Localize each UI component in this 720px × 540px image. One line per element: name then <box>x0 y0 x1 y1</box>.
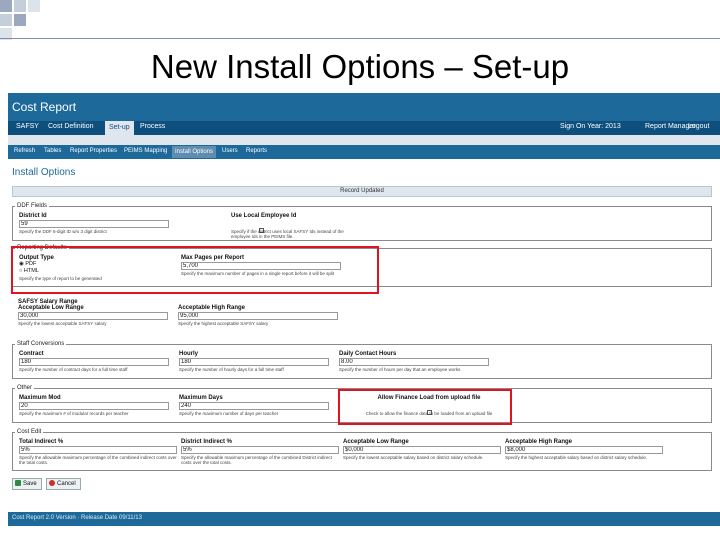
total-indirect-label: Total Indirect % <box>19 439 64 445</box>
maximum-mod-field: Maximum Mod 20 Specify the maximum # of … <box>19 395 169 416</box>
footer-version: Cost Report 2.0 Version · Release Date 0… <box>12 515 142 521</box>
daily-contact-field: Daily Contact Hours 8.00 Specify the num… <box>339 351 489 372</box>
subnav-peims-mapping[interactable]: PEIMS Mapping <box>124 148 167 154</box>
hourly-hint: Specify the number of hourly days for a … <box>179 367 284 372</box>
app-footer: Cost Report 2.0 Version · Release Date 0… <box>8 512 720 526</box>
district-id-field: District Id 59 Specify the DDF 6-digit I… <box>19 213 169 234</box>
subnav-report-properties[interactable]: Report Properties <box>70 148 117 154</box>
cancel-button[interactable]: Cancel <box>46 478 81 490</box>
total-indirect-input[interactable]: 5% <box>19 446 177 454</box>
contract-label: Contract <box>19 351 44 357</box>
district-indirect-hint: Specify the allowable maximum percentage… <box>181 455 332 465</box>
salary-low-input[interactable]: 30,000 <box>18 312 168 320</box>
main-nav: SAFSY Cost Definition Set-up Process Sig… <box>8 121 720 135</box>
contract-hint: Specify the number of contract days for … <box>19 367 128 372</box>
total-indirect-hint: Specify the allowable maximum percentage… <box>19 455 177 465</box>
subnav-tables[interactable]: Tables <box>44 148 61 154</box>
status-message-text: Record Updated <box>340 188 384 194</box>
sign-on-year: Sign On Year: 2013 <box>560 123 621 130</box>
contract-input[interactable]: 180 <box>19 358 169 366</box>
section-cost-legend: Cost Edit <box>17 429 42 435</box>
salary-high-label: Acceptable High Range <box>178 305 246 311</box>
cost-low-range-label: Acceptable Low Range <box>343 439 409 445</box>
app-title: Cost Report <box>12 100 77 114</box>
nav-item-process[interactable]: Process <box>140 123 165 130</box>
subnav-install-options[interactable]: Install Options <box>172 146 217 158</box>
status-message: Record Updated <box>12 186 712 197</box>
cancel-icon <box>49 480 55 486</box>
section-ddf-legend: DDF Fields <box>17 203 48 209</box>
highlight-reporting-defaults <box>11 246 379 294</box>
district-id-label: District Id <box>19 213 47 219</box>
nav-item-cost-definition[interactable]: Cost Definition <box>48 123 94 130</box>
district-indirect-label: District Indirect % <box>181 439 233 445</box>
subnav-reports[interactable]: Reports <box>246 148 267 154</box>
section-staff-legend: Staff Conversions <box>17 341 65 347</box>
maximum-days-field: Maximum Days 240 Specify the maximum num… <box>179 395 329 416</box>
section-salary-range: SAFSY Salary Range Acceptable Low Range … <box>18 299 418 331</box>
salary-high-input[interactable]: 95,000 <box>178 312 338 320</box>
maximum-days-label: Maximum Days <box>179 395 223 401</box>
district-id-input[interactable]: 59 <box>19 220 169 228</box>
salary-high-hint: Specify the highest acceptable SAFSY sal… <box>178 321 269 326</box>
app-header: Cost Report <box>8 93 720 121</box>
app-window: Cost Report SAFSY Cost Definition Set-up… <box>8 93 720 533</box>
subnav-refresh[interactable]: Refresh <box>14 148 35 154</box>
salary-low-field: Acceptable Low Range 30,000 Specify the … <box>18 305 168 326</box>
slide-decoration-squares <box>0 0 60 50</box>
salary-low-hint: Specify the lowest acceptable SAFSY sala… <box>18 321 107 326</box>
contract-field: Contract 180 Specify the number of contr… <box>19 351 169 372</box>
salary-low-label: Acceptable Low Range <box>18 305 84 311</box>
section-other-legend: Other <box>17 385 33 391</box>
page-heading: Install Options <box>12 167 76 178</box>
total-indirect-field: Total Indirect % 5% Specify the allowabl… <box>19 439 177 465</box>
section-cost-edit: Cost Edit Total Indirect % 5% Specify th… <box>12 429 712 471</box>
sub-nav: Refresh Tables Report Properties PEIMS M… <box>8 145 720 159</box>
cost-high-range-hint: Specify the highest acceptable salary ba… <box>505 455 648 460</box>
cost-high-range-field: Acceptable High Range $8,000 Specify the… <box>505 439 663 460</box>
hourly-input[interactable]: 180 <box>179 358 329 366</box>
nav-item-safsy[interactable]: SAFSY <box>16 123 39 130</box>
cost-high-range-input[interactable]: $8,000 <box>505 446 663 454</box>
cost-low-range-field: Acceptable Low Range $0,000 Specify the … <box>343 439 501 460</box>
district-id-hint: Specify the DDF 6-digit ID w/o 3 digit d… <box>19 229 107 234</box>
local-employee-id-label: Use Local Employee Id <box>231 213 297 219</box>
slide-title: New Install Options – Set-up <box>150 48 570 85</box>
slide-rule <box>0 38 720 39</box>
hourly-field: Hourly 180 Specify the number of hourly … <box>179 351 329 372</box>
district-indirect-field: District Indirect % 5% Specify the allow… <box>181 439 339 465</box>
salary-high-field: Acceptable High Range 95,000 Specify the… <box>178 305 338 326</box>
maximum-days-hint: Specify the maximum number of days per t… <box>179 411 279 416</box>
cost-low-range-hint: Specify the lowest acceptable salary bas… <box>343 455 484 460</box>
daily-contact-label: Daily Contact Hours <box>339 351 397 357</box>
cost-high-range-label: Acceptable High Range <box>505 439 573 445</box>
nav-spacer <box>8 135 720 145</box>
save-check-icon <box>15 480 21 486</box>
highlight-allow-finance <box>338 389 512 425</box>
maximum-mod-label: Maximum Mod <box>19 395 61 401</box>
daily-contact-hint: Specify the number of hours per day that… <box>339 367 461 372</box>
maximum-mod-hint: Specify the maximum # of modular records… <box>19 411 129 416</box>
maximum-mod-input[interactable]: 20 <box>19 402 169 410</box>
daily-contact-input[interactable]: 8.00 <box>339 358 489 366</box>
subnav-users[interactable]: Users <box>222 148 238 154</box>
section-ddf-fields: DDF Fields District Id 59 Specify the DD… <box>12 203 712 241</box>
maximum-days-input[interactable]: 240 <box>179 402 329 410</box>
district-indirect-input[interactable]: 5% <box>181 446 339 454</box>
section-staff-conversions: Staff Conversions Contract 180 Specify t… <box>12 341 712 379</box>
local-employee-id-hint: Specify if the district uses local SAFSY… <box>231 229 344 239</box>
cost-low-range-input[interactable]: $0,000 <box>343 446 501 454</box>
save-button[interactable]: Save <box>12 478 42 490</box>
nav-item-setup[interactable]: Set-up <box>105 121 134 135</box>
logout-link[interactable]: Logout <box>688 123 709 130</box>
local-employee-id-field: Use Local Employee Id Specify if the dis… <box>231 213 391 239</box>
hourly-label: Hourly <box>179 351 199 357</box>
